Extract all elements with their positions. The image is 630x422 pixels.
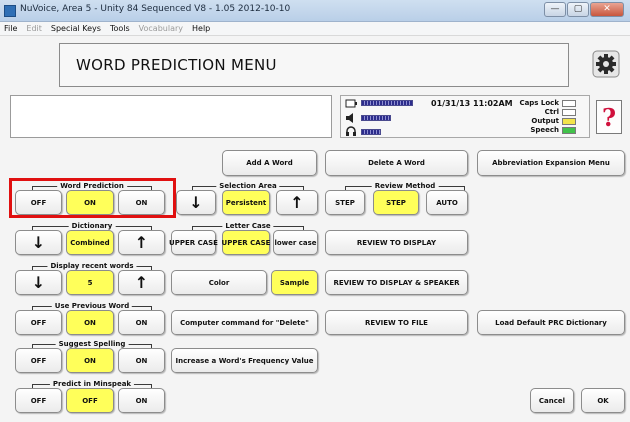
gear-icon <box>592 50 620 78</box>
delete-word-button[interactable]: Delete A Word <box>325 150 468 176</box>
headphone-meter <box>361 129 381 135</box>
speech-indicator <box>562 127 576 134</box>
review-to-display-button[interactable]: REVIEW TO DISPLAY <box>325 230 468 255</box>
dictionary-down-button[interactable]: ↓ <box>15 230 62 255</box>
speaker-icon <box>346 113 353 123</box>
load-default-dictionary-button[interactable]: Load Default PRC Dictionary <box>477 310 625 335</box>
dictionary-value: Combined <box>66 230 114 255</box>
selection-area-up-button[interactable]: ↑ <box>276 190 318 215</box>
title-bar: NuVoice, Area 5 - Unity 84 Sequenced V8 … <box>0 0 630 22</box>
menu-file[interactable]: File <box>4 22 17 35</box>
window-controls: — ▢ ✕ <box>543 2 624 17</box>
close-button[interactable]: ✕ <box>590 2 624 17</box>
headphones-icon <box>346 126 356 136</box>
ctrl-label: Ctrl <box>544 108 559 116</box>
review-method-value: STEP <box>373 190 419 215</box>
letter-case-label: Letter Case <box>222 222 274 230</box>
color-button[interactable]: Color <box>171 270 267 295</box>
minimize-button[interactable]: — <box>544 2 566 17</box>
suggest-spelling-off-button[interactable]: OFF <box>15 348 62 373</box>
menu-help[interactable]: Help <box>192 22 210 35</box>
predict-minspeak-off-button[interactable]: OFF <box>15 388 62 413</box>
menu-bar: File Edit Special Keys Tools Vocabulary … <box>0 22 630 35</box>
review-to-display-speaker-button[interactable]: REVIEW TO DISPLAY & SPEAKER <box>325 270 468 295</box>
page-title: WORD PREDICTION MENU <box>76 56 277 74</box>
review-method-label: Review Method <box>371 182 439 190</box>
selection-area-label: Selection Area <box>216 182 280 190</box>
increase-frequency-button[interactable]: Increase a Word's Frequency Value <box>171 348 318 373</box>
review-method-auto-button[interactable]: AUTO <box>426 190 468 215</box>
use-previous-value: ON <box>66 310 114 335</box>
menu-special-keys[interactable]: Special Keys <box>51 22 101 35</box>
display-recent-down-button[interactable]: ↓ <box>15 270 62 295</box>
predict-minspeak-value: OFF <box>66 388 114 413</box>
status-panel: 01/31/13 11:02AM Caps Lock Ctrl Output S… <box>340 95 590 138</box>
suggest-spelling-label: Suggest Spelling <box>55 340 129 348</box>
selection-area-value: Persistent <box>222 190 270 215</box>
app-icon <box>4 5 16 17</box>
cancel-button[interactable]: Cancel <box>530 388 574 413</box>
output-label: Output <box>531 117 559 125</box>
question-mark-icon: ? <box>601 102 617 132</box>
use-previous-off-button[interactable]: OFF <box>15 310 62 335</box>
battery-meter-bar <box>361 100 413 106</box>
upper-case-button[interactable]: UPPER CASE <box>169 230 218 255</box>
maximize-button[interactable]: ▢ <box>567 2 589 17</box>
dictionary-up-button[interactable]: ↑ <box>118 230 165 255</box>
message-display <box>10 95 332 138</box>
volume-meter <box>361 115 391 121</box>
datetime: 01/31/13 11:02AM <box>431 99 513 108</box>
battery-icon <box>345 99 357 108</box>
computer-command-delete-button[interactable]: Computer command for "Delete" <box>171 310 318 335</box>
lower-case-button[interactable]: lower case <box>273 230 318 255</box>
menu-vocabulary[interactable]: Vocabulary <box>139 22 183 35</box>
display-recent-up-button[interactable]: ↑ <box>118 270 165 295</box>
menu-tools[interactable]: Tools <box>110 22 130 35</box>
speech-label: Speech <box>530 126 559 134</box>
abbreviation-expansion-button[interactable]: Abbreviation Expansion Menu <box>477 150 625 176</box>
settings-button[interactable] <box>592 50 620 78</box>
add-word-button[interactable]: Add A Word <box>222 150 317 176</box>
use-previous-label: Use Previous Word <box>51 302 133 310</box>
ok-button[interactable]: OK <box>581 388 625 413</box>
heading-box: WORD PREDICTION MENU <box>59 43 569 87</box>
predict-minspeak-on-button[interactable]: ON <box>118 388 165 413</box>
caps-lock-label: Caps Lock <box>519 99 559 107</box>
window-title: NuVoice, Area 5 - Unity 84 Sequenced V8 … <box>20 4 291 14</box>
predict-minspeak-label: Predict in Minspeak <box>49 380 135 388</box>
ctrl-indicator <box>562 109 576 116</box>
selection-area-down-button[interactable]: ↓ <box>176 190 216 215</box>
suggest-spelling-on-button[interactable]: ON <box>118 348 165 373</box>
suggest-spelling-value: ON <box>66 348 114 373</box>
caps-lock-indicator <box>562 100 576 107</box>
letter-case-value: UPPER CASE <box>222 230 270 255</box>
battery-meter <box>361 100 413 106</box>
dictionary-label: Dictionary <box>68 222 116 230</box>
use-previous-on-button[interactable]: ON <box>118 310 165 335</box>
help-button[interactable]: ? <box>596 100 622 134</box>
review-to-file-button[interactable]: REVIEW TO FILE <box>325 310 468 335</box>
display-recent-label: Display recent words <box>47 262 137 270</box>
review-method-step-button[interactable]: STEP <box>325 190 365 215</box>
word-prediction-highlight <box>9 178 176 218</box>
headphone-meter-bar <box>361 129 381 135</box>
output-indicator <box>562 118 576 125</box>
volume-meter-bar <box>361 115 391 121</box>
display-recent-value: 5 <box>66 270 114 295</box>
sample-swatch: Sample <box>271 270 318 295</box>
menu-edit[interactable]: Edit <box>26 22 42 35</box>
